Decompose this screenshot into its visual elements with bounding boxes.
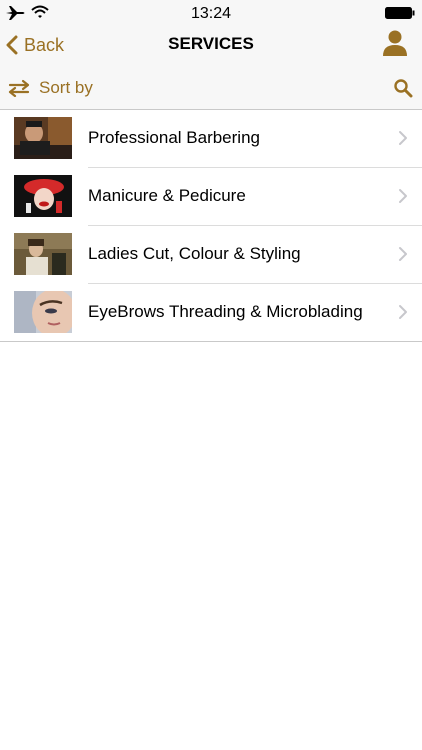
services-list: Professional Barbering Manicure & Pedicu… xyxy=(0,110,422,342)
sort-by-label: Sort by xyxy=(39,78,93,97)
ladies-cut-thumbnail xyxy=(14,233,72,275)
service-label: Manicure & Pedicure xyxy=(88,186,246,205)
service-label: Professional Barbering xyxy=(88,128,260,147)
chevron-right-icon xyxy=(399,305,407,319)
page-title: SERVICES xyxy=(168,34,254,53)
barbering-thumbnail xyxy=(14,117,72,159)
battery-icon xyxy=(385,7,415,19)
eyebrows-thumbnail xyxy=(14,291,72,333)
service-label: Ladies Cut, Colour & Styling xyxy=(88,244,301,263)
list-item[interactable]: EyeBrows Threading & Microblading xyxy=(0,284,422,342)
manicure-thumbnail xyxy=(14,175,72,217)
search-icon[interactable] xyxy=(393,78,413,98)
sort-toolbar: Sort by xyxy=(0,66,422,110)
chevron-right-icon xyxy=(399,247,407,261)
status-bar: 13:24 xyxy=(0,0,422,26)
sort-by-button[interactable]: Sort by xyxy=(8,78,93,98)
chevron-right-icon xyxy=(399,189,407,203)
list-item[interactable]: Ladies Cut, Colour & Styling xyxy=(0,226,422,284)
service-label: EyeBrows Threading & Microblading xyxy=(88,302,363,321)
row-divider xyxy=(0,341,422,342)
profile-icon[interactable] xyxy=(382,29,408,57)
list-item[interactable]: Manicure & Pedicure xyxy=(0,168,422,226)
list-item[interactable]: Professional Barbering xyxy=(0,110,422,168)
chevron-right-icon xyxy=(399,131,407,145)
navigation-bar: Back SERVICES xyxy=(0,26,422,66)
status-time: 13:24 xyxy=(190,5,232,22)
swap-arrows-icon xyxy=(8,79,30,97)
